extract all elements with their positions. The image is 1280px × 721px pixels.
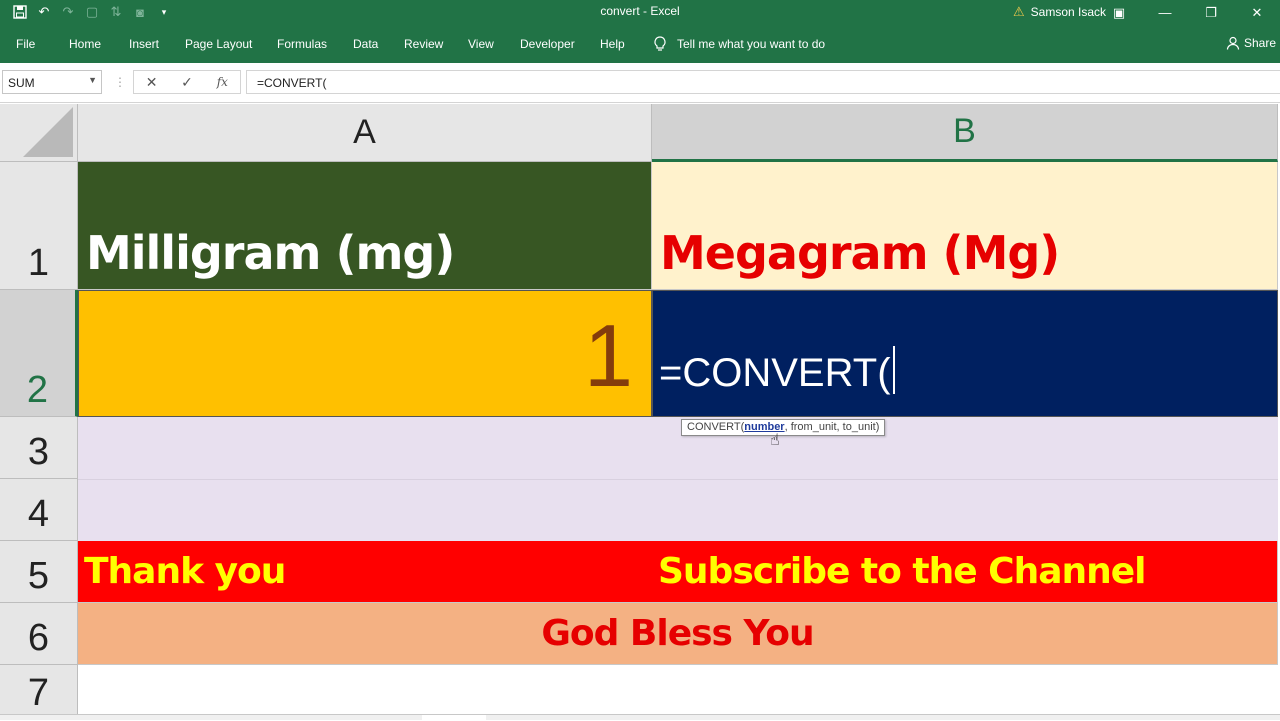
tab-review[interactable]: Review <box>404 37 443 51</box>
cell-b2-text: =CONVERT( <box>659 351 891 395</box>
tab-insert[interactable]: Insert <box>129 37 159 51</box>
row-divider <box>78 479 1278 480</box>
cell-b1[interactable]: Megagram (Mg) <box>652 162 1278 290</box>
select-all-triangle-icon <box>23 107 73 157</box>
tab-formulas[interactable]: Formulas <box>277 37 327 51</box>
tooltip-rest: , from_unit, to_unit) <box>784 421 880 433</box>
sheet-tabs-bar <box>0 714 1280 721</box>
hand-pointer-icon: ☝ <box>770 432 780 449</box>
function-tooltip: CONVERT(number, from_unit, to_unit) <box>681 419 886 436</box>
row-header-2[interactable]: 2 <box>0 290 78 417</box>
text-caret <box>892 346 895 395</box>
row-header-5[interactable]: 5 <box>0 541 78 603</box>
tab-view[interactable]: View <box>468 37 494 51</box>
formula-buttons: ✕ ✓ fx <box>133 70 241 94</box>
cell-a1[interactable]: Milligram (mg) <box>78 162 652 290</box>
row-header-1[interactable]: 1 <box>0 162 78 290</box>
ribbon-display-icon[interactable]: ▣ <box>1096 0 1142 25</box>
row-5-banner[interactable]: Thank you Subscribe to the Channel <box>78 541 1278 603</box>
row-header-6[interactable]: 6 <box>0 603 78 665</box>
tell-me-box[interactable]: Tell me what you want to do <box>653 36 825 52</box>
chevron-down-icon[interactable]: ▼ <box>88 75 97 85</box>
enter-icon[interactable]: ✓ <box>169 71 204 93</box>
tab-home[interactable]: Home <box>69 37 101 51</box>
window-controls: ▣ — ❐ ✕ <box>1096 0 1280 25</box>
name-box[interactable]: SUM ▼ <box>2 70 102 94</box>
tab-file[interactable]: File <box>16 37 35 51</box>
formula-bar: SUM ▼ ⋮ ✕ ✓ fx =CONVERT( <box>0 63 1280 103</box>
title-bar: ↶ ↷ ▢ ⇅ ◙ ▾ convert - Excel ⚠ Samson Isa… <box>0 0 1280 25</box>
user-account[interactable]: ⚠ Samson Isack <box>1013 4 1106 20</box>
cancel-icon[interactable]: ✕ <box>134 71 169 93</box>
formula-bar-grip-icon[interactable]: ⋮ <box>114 75 126 89</box>
close-icon[interactable]: ✕ <box>1234 0 1280 25</box>
column-header-b[interactable]: B <box>652 104 1278 162</box>
person-icon <box>1226 36 1240 50</box>
column-header-a[interactable]: A <box>78 104 652 162</box>
row-header-7[interactable]: 7 <box>0 665 78 720</box>
tab-data[interactable]: Data <box>353 37 378 51</box>
tooltip-func: CONVERT( <box>687 421 745 433</box>
restore-icon[interactable]: ❐ <box>1188 0 1234 25</box>
share-button[interactable]: Share <box>1226 36 1276 50</box>
cell-b2-editing[interactable]: =CONVERT( <box>652 290 1278 417</box>
tab-developer[interactable]: Developer <box>520 37 575 51</box>
share-label: Share <box>1244 36 1277 50</box>
cell-a5: Thank you <box>84 551 286 592</box>
ribbon-tabs: File Home Insert Page Layout Formulas Da… <box>0 25 1280 63</box>
cells-row-7[interactable] <box>78 665 1278 720</box>
cell-a6-merged[interactable]: God Bless You <box>78 603 1278 665</box>
insert-function-icon[interactable]: fx <box>205 71 240 93</box>
tab-help[interactable]: Help <box>600 37 625 51</box>
warning-icon: ⚠ <box>1013 4 1025 19</box>
cell-b5: Subscribe to the Channel <box>658 551 1147 592</box>
user-name: Samson Isack <box>1030 5 1107 19</box>
minimize-icon[interactable]: — <box>1142 0 1188 25</box>
cell-a2[interactable]: 1 <box>78 290 652 417</box>
formula-input[interactable]: =CONVERT( <box>246 70 1280 94</box>
tab-page-layout[interactable]: Page Layout <box>185 37 252 51</box>
tell-me-label: Tell me what you want to do <box>677 37 826 51</box>
sheet-tab-active[interactable] <box>422 715 486 721</box>
row-header-3[interactable]: 3 <box>0 417 78 479</box>
name-box-value: SUM <box>8 76 35 90</box>
lightbulb-icon <box>654 36 666 51</box>
row-header-4[interactable]: 4 <box>0 479 78 541</box>
select-all-corner[interactable] <box>0 104 78 162</box>
